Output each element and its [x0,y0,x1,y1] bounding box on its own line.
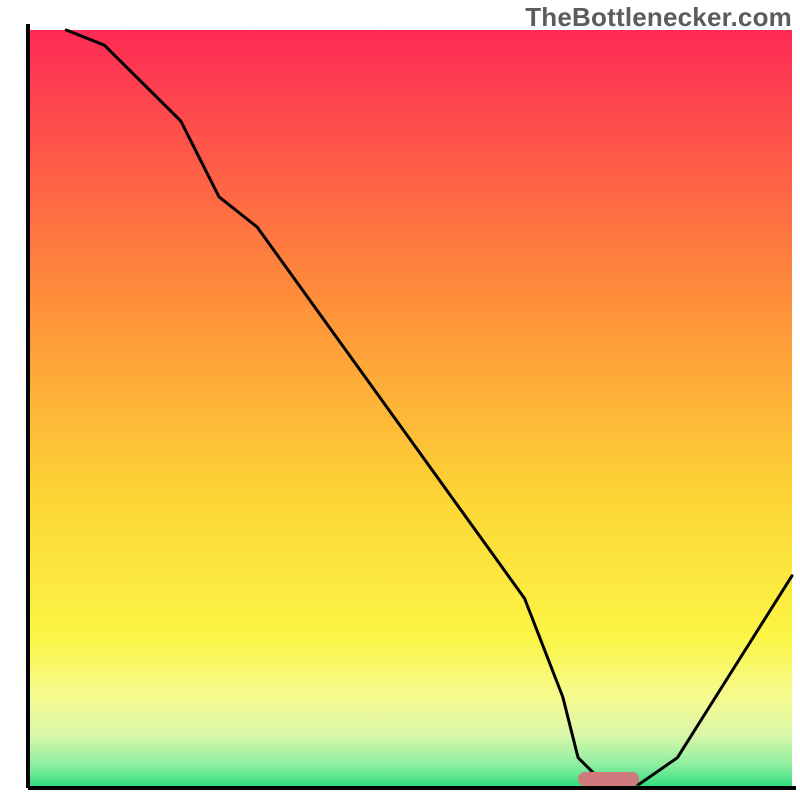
gradient-background [28,30,792,788]
optimum-marker [578,772,639,786]
chart-stage: TheBottlenecker.com [0,0,800,800]
bottleneck-chart [0,0,800,800]
